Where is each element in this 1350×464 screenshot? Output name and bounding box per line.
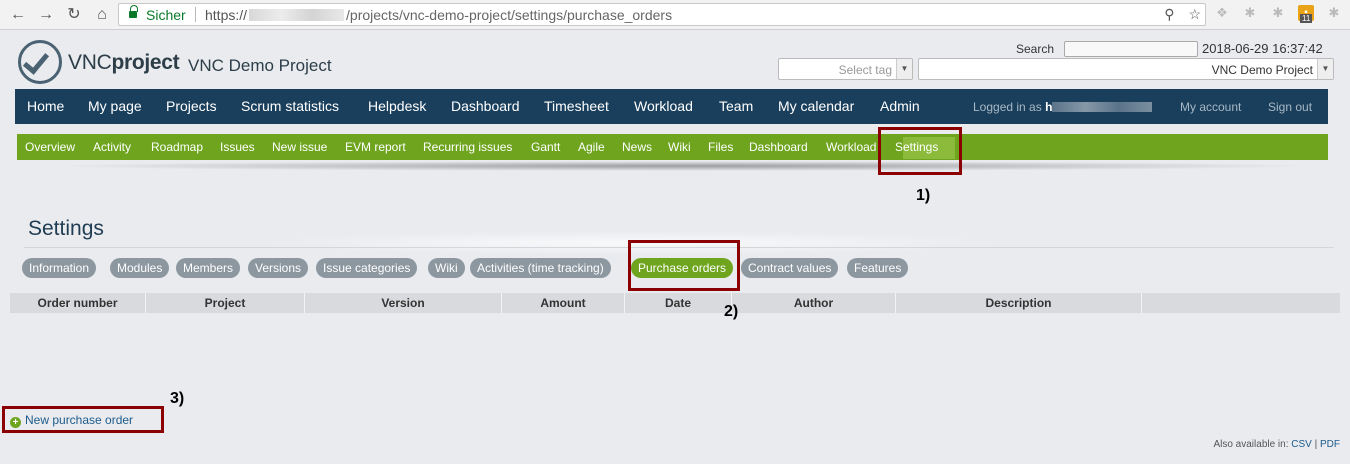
tab-information[interactable]: Information (22, 258, 97, 278)
export-formats: Also available in: CSV | PDF (1213, 439, 1340, 450)
tab-workload[interactable]: Workload (826, 140, 876, 154)
nav-sign-out[interactable]: Sign out (1268, 100, 1312, 114)
tab-activities[interactable]: Activities (time tracking) (470, 258, 611, 278)
secure-label: Sicher (146, 7, 186, 23)
tab-activity[interactable]: Activity (93, 140, 131, 154)
tab-members[interactable]: Members (176, 258, 241, 278)
forward-icon[interactable]: → (36, 5, 56, 25)
column-amount[interactable]: Amount (502, 293, 625, 313)
tab-recurring-issues[interactable]: Recurring issues (423, 140, 512, 154)
nav-workload[interactable]: Workload (634, 98, 693, 114)
project-menu: Overview Activity Roadmap Issues New iss… (17, 134, 1328, 160)
back-icon[interactable]: ← (8, 5, 28, 25)
tab-new-issue[interactable]: New issue (272, 140, 327, 154)
nav-my-page[interactable]: My page (88, 98, 142, 114)
logo-text[interactable]: VNCproject (68, 51, 180, 75)
tab-wiki[interactable]: Wiki (668, 140, 691, 154)
column-description[interactable]: Description (896, 293, 1142, 313)
zoom-icon[interactable]: ⚲ (1164, 6, 1174, 22)
tab-issue-categories[interactable]: Issue categories (316, 258, 418, 278)
new-purchase-order-link[interactable]: + New purchase order (10, 413, 133, 428)
tab-roadmap[interactable]: Roadmap (151, 140, 203, 154)
search-input[interactable] (1064, 41, 1198, 57)
redacted-host (249, 9, 345, 21)
pdf-link[interactable]: PDF (1320, 439, 1340, 450)
nav-my-account[interactable]: My account (1180, 100, 1241, 114)
add-icon: + (10, 417, 21, 428)
project-jump-select[interactable]: VNC Demo Project ▼ (918, 58, 1334, 80)
tab-dashboard[interactable]: Dashboard (749, 140, 808, 154)
column-order-number[interactable]: Order number (10, 293, 146, 313)
nav-timesheet[interactable]: Timesheet (544, 98, 609, 114)
page: VNCproject VNC Demo Project Search 2018-… (2, 31, 1350, 464)
column-date[interactable]: Date (625, 293, 732, 313)
project-title: VNC Demo Project (188, 56, 332, 75)
tab-modules[interactable]: Modules (110, 258, 170, 278)
tab-evm-report[interactable]: EVM report (345, 140, 406, 154)
nav-admin[interactable]: Admin (880, 98, 920, 114)
datetime: 2018-06-29 16:37:42 (1202, 41, 1323, 56)
column-author[interactable]: Author (732, 293, 896, 313)
search-label: Search (1016, 42, 1055, 56)
home-icon[interactable]: ⌂ (92, 5, 112, 25)
url-text: https:///projects/vnc-demo-project/setti… (205, 7, 673, 23)
annotation-3: 3) (170, 390, 185, 407)
annotation-box-settings (878, 127, 962, 175)
tab-news[interactable]: News (622, 140, 652, 154)
divider (195, 7, 196, 22)
nav-helpdesk[interactable]: Helpdesk (368, 98, 426, 114)
purchase-orders-table-header: Order number Project Version Amount Date… (10, 293, 1340, 313)
address-bar[interactable]: Sicher https:///projects/vnc-demo-projec… (118, 3, 1206, 26)
annotation-box-purchase-orders (628, 240, 740, 291)
puzzle-icon[interactable]: ✱ (1242, 5, 1258, 21)
settings-extension-icon[interactable]: ✱ (1326, 5, 1342, 21)
annotation-1: 1) (916, 187, 931, 204)
tab-features[interactable]: Features (847, 258, 909, 278)
tab-gantt[interactable]: Gantt (531, 140, 560, 154)
extension-icon[interactable]: ✱ (1270, 5, 1286, 21)
redacted-username (1052, 102, 1153, 112)
select-tag-dropdown[interactable]: Select tag ▼ (778, 58, 913, 80)
nav-my-calendar[interactable]: My calendar (778, 98, 854, 114)
chevron-down-icon: ▼ (1317, 59, 1333, 79)
chevron-down-icon: ▼ (896, 59, 912, 79)
tab-issues[interactable]: Issues (220, 140, 255, 154)
nav-dashboard[interactable]: Dashboard (451, 98, 520, 114)
logged-in-as: Logged in as h (973, 100, 1153, 114)
mail-extension-icon[interactable]: ▪ 11 (1298, 5, 1314, 23)
lock-icon (129, 5, 138, 19)
page-title: Settings (28, 217, 104, 240)
menu-shadow (47, 161, 1317, 171)
annotation-2: 2) (724, 303, 739, 320)
tab-files[interactable]: Files (708, 140, 733, 154)
nav-home[interactable]: Home (27, 98, 64, 114)
tab-overview[interactable]: Overview (25, 140, 75, 154)
nav-projects[interactable]: Projects (166, 98, 217, 114)
logo-icon[interactable] (18, 40, 62, 84)
nav-scrum-statistics[interactable]: Scrum statistics (241, 98, 339, 114)
dropbox-icon[interactable]: ❖ (1214, 5, 1230, 21)
nav-team[interactable]: Team (719, 98, 753, 114)
tab-contract-values[interactable]: Contract values (741, 258, 839, 278)
column-project[interactable]: Project (146, 293, 305, 313)
tab-wiki-settings[interactable]: Wiki (428, 258, 465, 278)
tab-versions[interactable]: Versions (248, 258, 309, 278)
bookmark-star-icon[interactable]: ☆ (1188, 6, 1201, 22)
top-menu: Home My page Projects Scrum statistics H… (15, 89, 1328, 124)
browser-toolbar: ← → ↻ ⌂ Sicher https:///projects/vnc-dem… (0, 0, 1350, 30)
tab-agile[interactable]: Agile (578, 140, 605, 154)
reload-icon[interactable]: ↻ (64, 5, 84, 25)
column-version[interactable]: Version (305, 293, 502, 313)
csv-link[interactable]: CSV (1291, 439, 1312, 450)
